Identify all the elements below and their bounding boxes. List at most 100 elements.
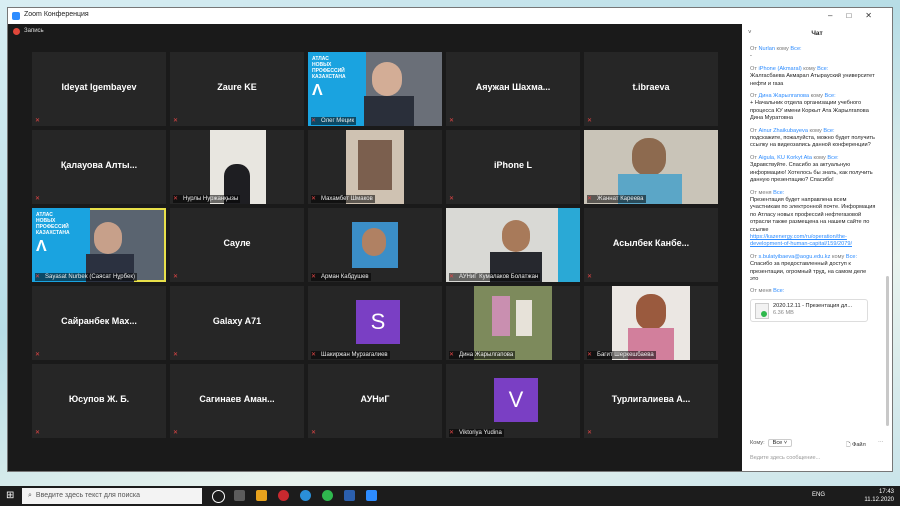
mic-muted-icon: ✕ (35, 274, 41, 280)
participant-tile[interactable]: t.ibraeva ✕ (584, 52, 718, 126)
participant-tile[interactable]: Багит Шеркешбаева ✕ (584, 286, 718, 360)
windows-start-icon[interactable]: ⊞ (6, 490, 14, 501)
more-button[interactable]: ··· (878, 439, 884, 445)
participant-tile[interactable]: Сайранбек Мах... ✕ (32, 286, 166, 360)
recording-indicator[interactable]: Запись (8, 24, 742, 40)
mic-muted-icon: ✕ (587, 196, 593, 202)
participant-tile-active-speaker[interactable]: АТЛАС НОВЫХ ПРОФЕССИЙ КАЗАХСТАНА Λ Sayasat N… (32, 208, 166, 282)
chat-message: От меня Все: Презентация будет направлена… (750, 190, 876, 249)
participant-tile[interactable]: Жаннат Кареева ✕ (584, 130, 718, 204)
close-icon[interactable]: ✕ (865, 11, 886, 20)
participant-caption: Дина Жарылгапова (449, 351, 516, 359)
participant-tile[interactable]: Дина Жарылгапова ✕ (446, 286, 580, 360)
participant-tile[interactable]: Қалауова Алты... ✕ (32, 130, 166, 204)
participant-tile[interactable]: Сагинаев Аман... ✕ (170, 364, 304, 438)
chat-message: От iPhone (Akmaral) кому Все: Жалгасбаева… (750, 66, 876, 88)
recipient-dropdown[interactable]: Все ˅ (767, 439, 793, 447)
sender-name: меня (758, 189, 772, 196)
edge-icon[interactable] (300, 490, 311, 501)
mic-muted-icon: ✕ (35, 352, 41, 358)
participant-tile[interactable]: Махамбет Шмаков ✕ (308, 130, 442, 204)
message-link[interactable]: https://kazenergy.com/ru/operation/the-d… (750, 234, 876, 249)
participant-tile[interactable]: Аяужан Шахма... ✕ (446, 52, 580, 126)
file-explorer-icon[interactable] (256, 490, 267, 501)
mic-muted-icon: ✕ (311, 118, 317, 124)
opera-icon[interactable] (278, 490, 289, 501)
to-label: кому (803, 65, 816, 72)
file-attachment[interactable]: 2020.12.11 - Презентация дл... 6.36 MB (750, 298, 868, 322)
mic-muted-icon: ✕ (35, 118, 41, 124)
recipient: Все: (790, 46, 802, 52)
atlas-text: КАЗАХСТАНА (312, 74, 346, 80)
sender-name[interactable]: s.bulatyibaeva@aogu.edu.kz (758, 254, 830, 260)
language-indicator[interactable]: ENG (812, 492, 825, 498)
participant-tile[interactable]: iPhone L ✕ (446, 130, 580, 204)
participant-tile[interactable]: Zaure KE ✕ (170, 52, 304, 126)
mic-muted-icon: ✕ (449, 430, 455, 436)
mic-muted-icon: ✕ (35, 196, 41, 202)
participant-tile[interactable]: Юсупов Ж. Б. ✕ (32, 364, 166, 438)
participant-tile[interactable]: Арман Кабдушев ✕ (308, 208, 442, 282)
participant-name: Galaxy A71 (212, 316, 262, 326)
whatsapp-icon[interactable] (322, 490, 333, 501)
zoom-app-icon[interactable] (366, 490, 377, 501)
participant-caption: Жаннат Кареева (587, 195, 646, 203)
recipient: Все: (773, 189, 785, 196)
participant-photo (372, 62, 402, 96)
message-text: - (750, 53, 752, 60)
sender-name[interactable]: Ainur Zhaikubayeva (758, 128, 807, 134)
participant-name: Юсупов Ж. Б. (68, 394, 130, 404)
participant-tile[interactable]: Galaxy A71 ✕ (170, 286, 304, 360)
chat-message: От Nurlan кому Все: - (750, 46, 876, 61)
participant-photo (632, 138, 666, 176)
mic-muted-icon: ✕ (173, 118, 179, 124)
word-icon[interactable] (344, 490, 355, 501)
message-text: подскажите, пожалуйста, можно будет полу… (750, 135, 875, 149)
participant-name: Сайранбек Мах... (61, 316, 137, 326)
participant-tile[interactable]: S Шакиржан Мурзагалиев ✕ (308, 286, 442, 360)
file-button[interactable]: 🗋 Файл (846, 440, 866, 450)
participant-tile[interactable]: АУНиГ Кумалаков Болатжан ✕ (446, 208, 580, 282)
sender-name[interactable]: Aigula, KU Korkyt Ata (758, 155, 811, 161)
zoom-window: Zoom Конференция Запись Ideyat Igembayev… (8, 8, 892, 471)
sender-name[interactable]: Дина Жарылгапова (758, 93, 809, 99)
participant-photo (94, 222, 122, 254)
message-text: Спасибо за предоставленный доступ к през… (750, 261, 867, 282)
taskbar-search[interactable]: ⌕ Введите здесь текст для поиска (22, 488, 202, 504)
participant-tile[interactable]: Нурлы Нуржанқызы ✕ (170, 130, 304, 204)
message-text: Здравствуйте. Спасибо за актуальную инфо… (750, 162, 873, 184)
participant-caption: Нурлы Нуржанқызы (173, 195, 241, 203)
participant-tile[interactable]: АТЛАС НОВЫХ ПРОФЕССИЙ КАЗАХСТАНА Λ Олег Меци… (308, 52, 442, 126)
checkmark-icon (761, 310, 767, 317)
sender-name[interactable]: iPhone (Akmaral) (758, 66, 801, 72)
maximize-icon[interactable]: □ (846, 11, 865, 20)
participant-photo (502, 220, 530, 252)
participant-name: Ideyat Igembayev (61, 82, 137, 92)
task-view-icon[interactable] (234, 490, 245, 501)
chat-message: От Ainur Zhaikubayeva кому Все: подскажит… (750, 128, 876, 150)
chat-panel: –□✕ ˅ Чат От Nurlan кому Все: - От iPhone… (742, 8, 892, 471)
chat-input[interactable]: Ведите здесь сообщение... (750, 455, 820, 461)
chat-scrollbar[interactable] (886, 276, 889, 426)
participant-tile[interactable]: Ideyat Igembayev ✕ (32, 52, 166, 126)
participant-tile[interactable]: V Viktoriya Yudina ✕ (446, 364, 580, 438)
clock-date: 11.12.2020 (864, 497, 894, 503)
minimize-icon[interactable]: – (828, 11, 846, 20)
avatar: S (356, 300, 400, 344)
participant-photo (364, 96, 414, 126)
participant-tile[interactable]: Турлигалиева А... ✕ (584, 364, 718, 438)
participant-tile[interactable]: Асылбек Канбе... ✕ (584, 208, 718, 282)
participant-caption: Sayasat Nurbek (Саясат Нұрбек) (35, 273, 137, 281)
system-clock[interactable]: 17:43 11.12.2020 (864, 488, 894, 504)
from-label: От (750, 65, 757, 72)
file-icon: 🗋 (846, 442, 851, 448)
chat-title: Чат (811, 30, 823, 37)
chat-messages: От Nurlan кому Все: - От iPhone (Akmaral)… (750, 46, 876, 327)
participant-tile[interactable]: Сауле ✕ (170, 208, 304, 282)
participant-tile[interactable]: АУНиГ ✕ (308, 364, 442, 438)
zoom-logo-icon (12, 12, 20, 20)
sender-name[interactable]: Nurlan (758, 46, 774, 52)
chat-message: От s.bulatyibaeva@aogu.edu.kz кому Все: С… (750, 254, 876, 284)
cortana-icon[interactable] (212, 490, 225, 503)
from-label: От (750, 154, 757, 161)
